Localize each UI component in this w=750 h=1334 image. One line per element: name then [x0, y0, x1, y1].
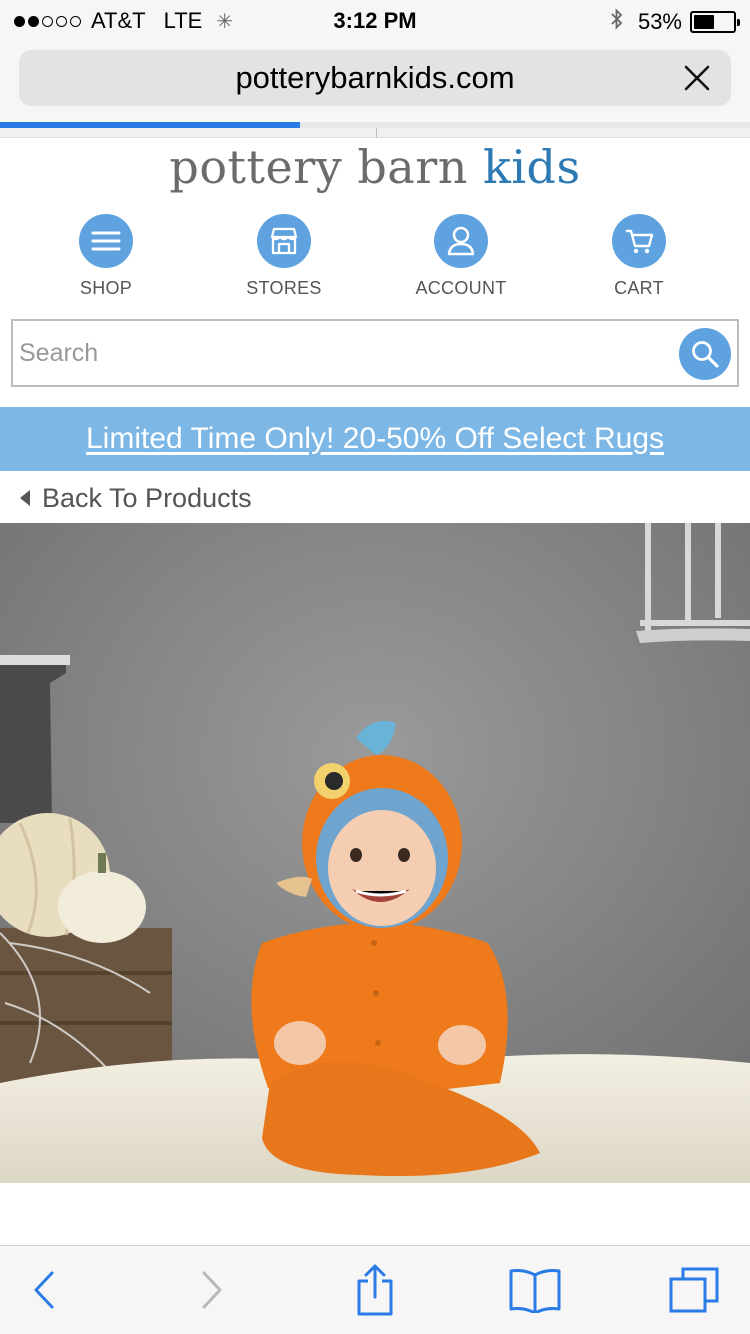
- browser-forward-button[interactable]: [182, 1262, 242, 1318]
- share-icon: [357, 1264, 393, 1316]
- forward-arrow-icon: [202, 1271, 222, 1309]
- url-text[interactable]: potterybarnkids.com: [235, 60, 514, 96]
- promo-link[interactable]: Limited Time Only! 20-50% Off Select Rug…: [86, 422, 664, 456]
- tabs-button[interactable]: [664, 1262, 724, 1318]
- promo-banner: Limited Time Only! 20-50% Off Select Rug…: [0, 407, 750, 471]
- product-photo-illustration: [0, 523, 750, 1183]
- site-logo[interactable]: pottery barn kids: [0, 140, 750, 194]
- magnifier-icon: [692, 341, 719, 368]
- logo-text-kids: kids: [482, 140, 581, 194]
- nav-stores-label: STORES: [246, 278, 322, 298]
- browser-back-button[interactable]: [14, 1262, 74, 1318]
- bookmarks-icon: [509, 1269, 561, 1313]
- back-arrow-icon: [34, 1271, 54, 1309]
- nav-cart[interactable]: CART: [559, 212, 719, 299]
- header-nav: SHOP STORES ACCOUNT CART: [0, 212, 750, 302]
- search-input[interactable]: [19, 327, 669, 379]
- status-bar: AT&T LTE ✳ 3:12 PM 53%: [0, 0, 750, 40]
- back-to-products-link[interactable]: Back To Products: [20, 480, 252, 516]
- close-icon[interactable]: [681, 62, 713, 94]
- storefront-icon: [257, 214, 311, 268]
- product-image[interactable]: [0, 523, 750, 1183]
- battery-icon: [690, 11, 740, 33]
- back-to-products-label: Back To Products: [42, 482, 252, 513]
- battery-fill: [694, 15, 715, 29]
- nav-account-label: ACCOUNT: [415, 278, 507, 298]
- nav-shop[interactable]: SHOP: [26, 212, 186, 299]
- battery-percent: 53%: [637, 9, 682, 34]
- address-bar[interactable]: potterybarnkids.com: [19, 50, 731, 106]
- nav-shop-label: SHOP: [79, 278, 133, 298]
- toolbar-divider: [0, 128, 750, 138]
- bookmarks-button[interactable]: [505, 1262, 565, 1318]
- tabs-icon: [669, 1267, 719, 1313]
- nav-stores[interactable]: STORES: [204, 212, 364, 299]
- shopping-cart-icon: [612, 214, 666, 268]
- hamburger-menu-icon: [79, 214, 133, 268]
- search-box: [11, 319, 739, 387]
- logo-text-main: pottery barn: [169, 140, 483, 194]
- status-right: 53%: [610, 8, 740, 36]
- share-button[interactable]: [345, 1262, 405, 1318]
- bluetooth-icon: [610, 8, 624, 36]
- browser-address-area: potterybarnkids.com: [0, 40, 750, 128]
- nav-cart-label: CART: [614, 278, 664, 298]
- user-icon: [434, 214, 488, 268]
- back-arrow-icon: [20, 490, 30, 506]
- search-button[interactable]: [679, 328, 731, 380]
- nav-account[interactable]: ACCOUNT: [381, 212, 541, 299]
- browser-toolbar: [0, 1245, 750, 1334]
